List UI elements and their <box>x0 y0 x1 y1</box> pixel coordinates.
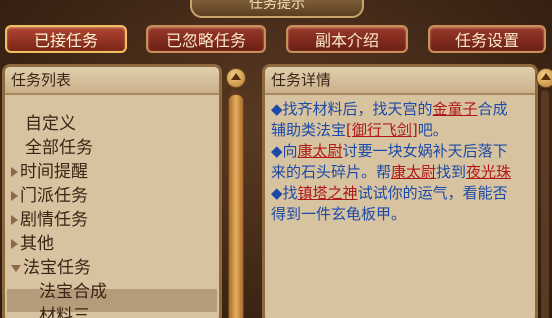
expand-arrow-right-icon[interactable] <box>11 191 18 201</box>
detail-text: ◆找齐材料后，找天宫的 <box>271 100 433 118</box>
npc-link[interactable]: 金童子 <box>433 100 478 118</box>
expand-arrow-right-icon[interactable] <box>11 215 18 225</box>
task-list-item[interactable]: 门派任务 <box>11 181 88 206</box>
task-list-title: 任务列表 <box>5 67 219 95</box>
task-list-item[interactable]: 时间提醒 <box>11 157 88 182</box>
task-detail-paragraph: ◆找齐材料后，找天宫的金童子合成辅助类法宝[御行飞剑]吧。 <box>271 99 521 141</box>
detail-text: ◆向 <box>271 142 298 160</box>
task-list-item-label: 剧情任务 <box>20 210 88 230</box>
task-list-item-label: 时间提醒 <box>20 162 88 182</box>
expand-arrow-right-icon[interactable] <box>11 167 18 177</box>
task-list-item-label: 门派任务 <box>20 186 88 206</box>
task-detail-scrollbar[interactable] <box>536 64 552 318</box>
npc-link[interactable]: 康太尉 <box>391 163 436 181</box>
tab-ignored-tasks[interactable]: 已忽略任务 <box>146 25 266 53</box>
task-detail-panel: 任务详情 ◆找齐材料后，找天宫的金童子合成辅助类法宝[御行飞剑]吧。 ◆向康太尉讨… <box>262 64 538 318</box>
task-detail-paragraph: ◆找镇塔之神试试你的运气，看能否得到一件玄龟板甲。 <box>271 183 521 225</box>
task-detail-text: ◆找齐材料后，找天宫的金童子合成辅助类法宝[御行飞剑]吧。 ◆向康太尉讨要一块女娲… <box>271 99 521 225</box>
npc-link[interactable]: 康太尉 <box>298 142 343 160</box>
task-list: 自定义全部任务时间提醒门派任务剧情任务其他法宝任务法宝合成材料三 <box>5 95 219 318</box>
scroll-thumb[interactable] <box>228 94 244 318</box>
expand-arrow-right-icon[interactable] <box>11 239 18 249</box>
npc-link[interactable]: [御行飞剑] <box>346 121 418 139</box>
task-list-item[interactable]: 法宝合成 <box>39 277 107 302</box>
expand-arrow-down-icon[interactable] <box>11 264 21 272</box>
detail-text: ◆找 <box>271 184 298 202</box>
task-list-scrollbar[interactable] <box>226 64 246 318</box>
task-list-item-label: 其他 <box>20 234 54 254</box>
npc-link[interactable]: 镇塔之神 <box>298 184 358 202</box>
scroll-up-icon[interactable] <box>226 68 246 88</box>
scroll-track[interactable] <box>541 90 549 318</box>
task-list-item-label: 自定义 <box>25 114 76 134</box>
detail-text: 吧。 <box>417 121 448 139</box>
task-list-item[interactable]: 自定义 <box>25 109 76 134</box>
task-detail-title: 任务详情 <box>265 67 535 95</box>
scroll-up-icon[interactable] <box>536 68 552 88</box>
task-list-item-label: 材料三 <box>39 306 90 318</box>
tab-dungeon-intro[interactable]: 副本介绍 <box>286 25 408 53</box>
task-list-item-label: 法宝合成 <box>39 282 107 302</box>
task-hint-window: 任务提示 已接任务 已忽略任务 副本介绍 任务设置 任务列表 自定义全部任务时间… <box>0 0 552 318</box>
window-title: 任务提示 <box>190 0 364 18</box>
task-list-item[interactable]: 剧情任务 <box>11 205 88 230</box>
detail-text: 找到 <box>436 163 467 181</box>
task-list-item-label: 全部任务 <box>25 138 93 158</box>
task-list-panel: 任务列表 自定义全部任务时间提醒门派任务剧情任务其他法宝任务法宝合成材料三 <box>2 64 222 318</box>
npc-link[interactable]: 夜光珠 <box>466 163 511 181</box>
task-list-item[interactable]: 全部任务 <box>25 133 93 158</box>
task-list-item[interactable]: 法宝任务 <box>11 253 91 278</box>
tab-accepted-tasks[interactable]: 已接任务 <box>5 25 127 53</box>
tab-task-settings[interactable]: 任务设置 <box>428 25 546 53</box>
task-list-item[interactable]: 其他 <box>11 229 54 254</box>
task-list-item-label: 法宝任务 <box>23 258 91 278</box>
task-detail-paragraph: ◆向康太尉讨要一块女娲补天后落下来的石头碎片。帮康太尉找到夜光珠 <box>271 141 521 183</box>
task-list-item[interactable]: 材料三 <box>39 301 90 318</box>
